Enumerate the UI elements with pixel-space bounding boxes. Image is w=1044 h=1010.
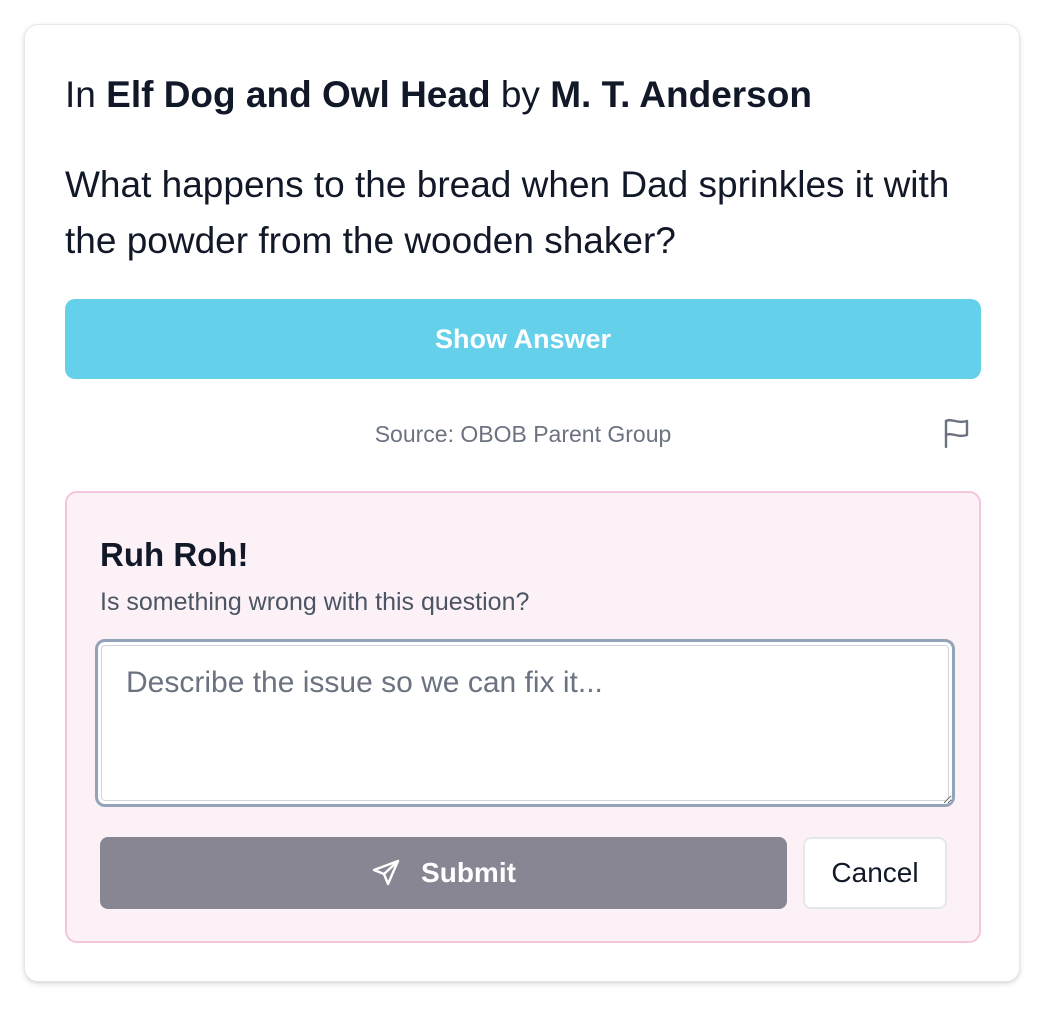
issue-description-input[interactable] <box>95 639 955 807</box>
cancel-button[interactable]: Cancel <box>803 837 947 909</box>
book-prefix: In <box>65 74 96 115</box>
report-panel: Ruh Roh! Is something wrong with this qu… <box>65 491 981 943</box>
flag-button[interactable] <box>939 417 975 453</box>
submit-label: Submit <box>421 857 516 888</box>
show-answer-button[interactable]: Show Answer <box>65 299 981 379</box>
question-text: What happens to the bread when Dad sprin… <box>65 164 950 261</box>
flag-icon <box>942 417 972 454</box>
send-icon <box>371 858 401 888</box>
book-author: M. T. Anderson <box>550 74 812 115</box>
book-line: In Elf Dog and Owl Head by M. T. Anderso… <box>65 71 812 119</box>
question-card: In Elf Dog and Owl Head by M. T. Anderso… <box>24 24 1020 982</box>
report-subtitle: Is something wrong with this question? <box>100 588 530 616</box>
book-title: Elf Dog and Owl Head <box>106 74 491 115</box>
book-by: by <box>500 74 540 115</box>
report-title: Ruh Roh! <box>100 536 249 573</box>
submit-button[interactable]: Submit <box>100 837 787 909</box>
source-text: Source: OBOB Parent Group <box>374 421 672 447</box>
